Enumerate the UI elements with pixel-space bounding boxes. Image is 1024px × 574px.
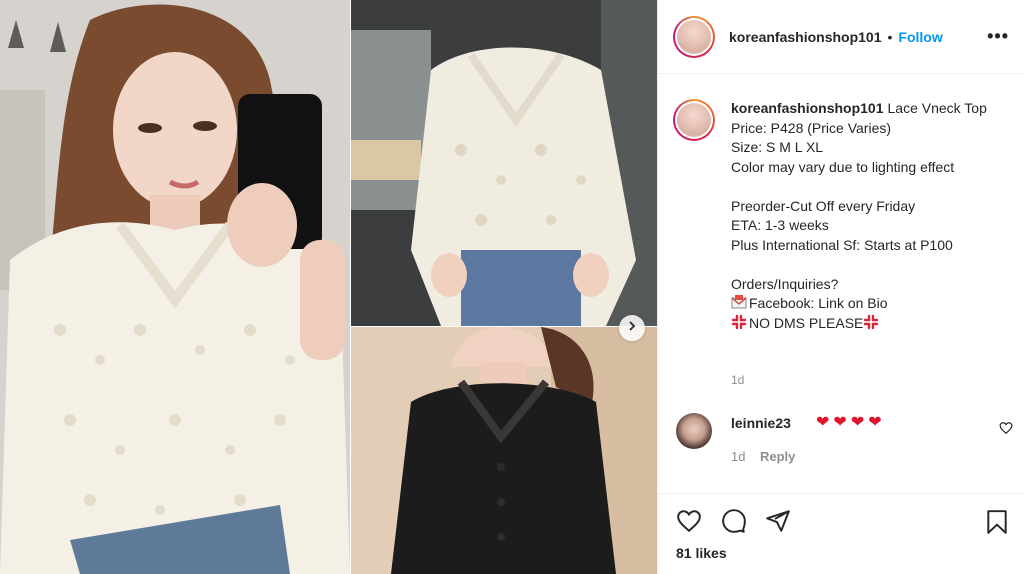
anger-icon bbox=[731, 314, 747, 330]
comment-avatar[interactable] bbox=[676, 413, 712, 449]
header-avatar[interactable] bbox=[673, 15, 715, 58]
comments-section[interactable]: koreanfashionshop101 Lace Vneck Top Price… bbox=[658, 75, 1024, 493]
avatar-image bbox=[677, 19, 711, 54]
caption-line: Price: P428 (Price Varies) bbox=[731, 119, 892, 136]
photo-left-illustration bbox=[0, 0, 350, 574]
red-heart-icon: ❤ bbox=[868, 414, 882, 431]
follow-button[interactable]: Follow bbox=[898, 29, 942, 45]
red-heart-icon: ❤ bbox=[833, 414, 847, 431]
caption-line bbox=[731, 255, 1011, 275]
caption-line: Orders/Inquiries? bbox=[731, 275, 839, 292]
header-username[interactable]: koreanfashionshop101 bbox=[729, 29, 882, 45]
media-divider-vertical bbox=[350, 0, 351, 574]
caption-line: Color may vary due to lighting effect bbox=[731, 158, 955, 175]
photo-white-lace-top-mirror-selfie bbox=[0, 0, 350, 574]
post-media[interactable] bbox=[0, 0, 657, 574]
photo-bottom-right-illustration bbox=[351, 327, 657, 574]
caption-line: Facebook: Link on Bio bbox=[749, 295, 888, 311]
comment-like-icon[interactable] bbox=[999, 421, 1013, 440]
header-separator: • bbox=[887, 28, 893, 45]
caption-line: Preorder-Cut Off every Friday bbox=[731, 197, 916, 214]
caption-timestamp[interactable]: 1d bbox=[731, 373, 744, 387]
caption-line: ETA: 1-3 weeks bbox=[731, 217, 829, 233]
caption-line: Plus International Sf: Starts at P100 bbox=[731, 236, 953, 253]
comment-timestamp[interactable]: 1d bbox=[731, 449, 745, 464]
chevron-right-icon bbox=[626, 319, 638, 337]
caption-line: Size: S M L XL bbox=[731, 139, 824, 155]
comment-username[interactable]: leinnie23 bbox=[731, 415, 791, 431]
caption-line bbox=[731, 177, 1011, 197]
avatar-image bbox=[677, 103, 711, 137]
comment-bubble-icon[interactable] bbox=[720, 508, 748, 539]
envelope-icon bbox=[731, 294, 747, 310]
likes-count[interactable]: 81 likes bbox=[676, 545, 727, 561]
media-divider-horizontal bbox=[351, 326, 657, 327]
photo-black-lace-top bbox=[351, 327, 657, 574]
anger-icon bbox=[863, 314, 879, 330]
reply-button[interactable]: Reply bbox=[760, 449, 795, 464]
caption-avatar[interactable] bbox=[673, 99, 715, 141]
red-heart-icon: ❤ bbox=[850, 414, 865, 431]
paper-plane-icon[interactable] bbox=[764, 508, 792, 539]
more-options-icon[interactable]: ••• bbox=[987, 27, 1009, 45]
caption-line: Lace Vneck Top bbox=[887, 100, 987, 116]
bookmark-icon[interactable] bbox=[984, 508, 1010, 541]
red-heart-icon: ❤ bbox=[816, 414, 830, 431]
photo-top-right-illustration bbox=[351, 0, 657, 326]
heart-outline-icon[interactable] bbox=[675, 508, 703, 539]
caption-username[interactable]: koreanfashionshop101 bbox=[731, 100, 884, 116]
caption-line: NO DMS PLEASE bbox=[749, 314, 864, 331]
comment-text: ❤ ❤ ❤ ❤ bbox=[816, 415, 882, 431]
post-actions: 81 likes bbox=[658, 493, 1024, 574]
caption-text: koreanfashionshop101 Lace Vneck Top Price… bbox=[731, 99, 1011, 333]
photo-white-lace-top-store bbox=[351, 0, 657, 326]
post-header: koreanfashionshop101 • Follow ••• bbox=[658, 0, 1024, 74]
comment-item: leinnie23 ❤ ❤ ❤ ❤ 1d Reply bbox=[673, 409, 1013, 469]
post-side-panel: koreanfashionshop101 • Follow ••• korean… bbox=[657, 0, 1024, 574]
next-slide-button[interactable] bbox=[619, 315, 645, 341]
